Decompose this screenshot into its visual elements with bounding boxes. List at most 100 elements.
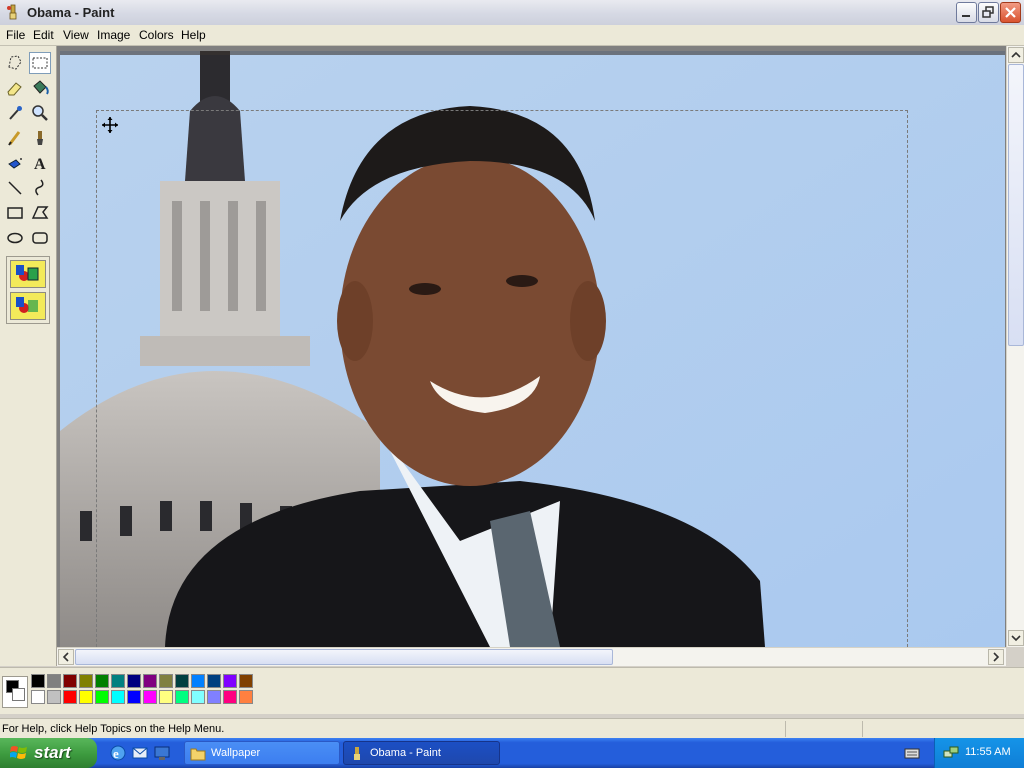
title-bar[interactable]: Obama - Paint	[0, 0, 1024, 26]
color-swatch[interactable]	[159, 690, 173, 704]
close-button[interactable]	[1000, 2, 1021, 23]
menu-help[interactable]: Help	[181, 28, 206, 42]
curve-tool[interactable]	[29, 177, 51, 199]
color-swatch[interactable]	[239, 674, 253, 688]
color-swatch[interactable]	[63, 674, 77, 688]
task-obama-paint[interactable]: Obama - Paint	[343, 741, 500, 765]
chevron-left-icon	[62, 652, 69, 662]
task-wallpaper[interactable]: Wallpaper	[184, 741, 340, 765]
horizontal-scrollbar[interactable]	[57, 647, 1006, 666]
internet-explorer-icon[interactable]: e	[109, 744, 127, 762]
color-swatch[interactable]	[31, 674, 45, 688]
canvas-area[interactable]	[57, 46, 1007, 647]
color-swatch[interactable]	[31, 690, 45, 704]
color-swatch[interactable]	[175, 674, 189, 688]
task-label: Wallpaper	[211, 747, 261, 759]
ellipse-tool[interactable]	[4, 227, 26, 249]
scroll-down-button[interactable]	[1008, 630, 1024, 646]
color-swatch[interactable]	[95, 690, 109, 704]
tool-options	[6, 256, 50, 324]
magnifier-tool[interactable]	[29, 102, 51, 124]
network-icon[interactable]	[943, 745, 959, 761]
color-swatch[interactable]	[127, 690, 141, 704]
scroll-up-button[interactable]	[1008, 47, 1024, 63]
chevron-right-icon	[993, 652, 1000, 662]
scroll-right-button[interactable]	[988, 649, 1004, 665]
keyboard-icon[interactable]	[904, 746, 920, 760]
selection-marquee[interactable]	[96, 110, 908, 647]
outlook-express-icon[interactable]	[131, 744, 149, 762]
color-swatch[interactable]	[111, 674, 125, 688]
menu-edit[interactable]: Edit	[33, 28, 54, 42]
transparent-selection-option[interactable]	[10, 292, 46, 320]
chevron-up-icon	[1011, 51, 1021, 58]
color-swatch[interactable]	[159, 674, 173, 688]
brush-tool[interactable]	[29, 127, 51, 149]
svg-text:A: A	[34, 156, 46, 173]
system-tray: 11:55 AM	[934, 738, 1024, 768]
minimize-button[interactable]	[956, 2, 977, 23]
menu-colors[interactable]: Colors	[139, 28, 174, 42]
eraser-tool[interactable]	[4, 77, 26, 99]
eraser-icon	[7, 82, 22, 96]
ellipse-icon	[7, 232, 23, 244]
color-swatch[interactable]	[223, 674, 237, 688]
rounded-rectangle-tool[interactable]	[29, 227, 51, 249]
folder-icon	[190, 748, 206, 761]
menu-file[interactable]: File	[6, 28, 25, 42]
airbrush-tool[interactable]	[4, 152, 26, 174]
status-size	[862, 721, 938, 737]
color-swatch[interactable]	[79, 674, 93, 688]
color-swatch[interactable]	[191, 674, 205, 688]
color-palette	[0, 667, 1024, 714]
restore-button[interactable]	[978, 2, 999, 23]
fill-bucket-icon	[33, 80, 49, 95]
scroll-left-button[interactable]	[58, 649, 74, 665]
polygon-tool[interactable]	[29, 202, 51, 224]
menu-view[interactable]: View	[63, 28, 89, 42]
rectangle-tool[interactable]	[4, 202, 26, 224]
color-swatch[interactable]	[143, 674, 157, 688]
pick-color-tool[interactable]	[4, 102, 26, 124]
color-swatch[interactable]	[127, 674, 141, 688]
color-swatch[interactable]	[239, 690, 253, 704]
color-swatch[interactable]	[63, 690, 77, 704]
window-title: Obama - Paint	[27, 5, 115, 20]
task-label: Obama - Paint	[370, 747, 441, 759]
rounded-rectangle-icon	[32, 232, 48, 244]
color-swatch[interactable]	[47, 690, 61, 704]
color-swatch[interactable]	[223, 690, 237, 704]
menu-image[interactable]: Image	[97, 28, 130, 42]
color-swatch[interactable]	[111, 690, 125, 704]
opaque-selection-option[interactable]	[10, 260, 46, 288]
color-swatch[interactable]	[175, 690, 189, 704]
color-swatch[interactable]	[207, 690, 221, 704]
clock[interactable]: 11:55 AM	[965, 746, 1011, 758]
move-cursor-icon	[102, 117, 118, 133]
paint-icon	[354, 747, 360, 760]
vertical-scrollbar[interactable]	[1006, 46, 1024, 647]
select-tool[interactable]	[29, 52, 51, 74]
color-swatch[interactable]	[47, 674, 61, 688]
vertical-scroll-thumb[interactable]	[1008, 64, 1024, 346]
svg-text:e: e	[113, 746, 119, 761]
horizontal-scroll-thumb[interactable]	[75, 649, 613, 665]
color-swatch[interactable]	[79, 690, 93, 704]
pencil-tool[interactable]	[4, 127, 26, 149]
current-colors[interactable]	[2, 676, 28, 708]
fill-tool[interactable]	[29, 77, 51, 99]
status-bar: For Help, click Help Topics on the Help …	[0, 718, 1024, 739]
color-swatch[interactable]	[143, 690, 157, 704]
free-form-select-tool[interactable]	[4, 52, 26, 74]
rectangle-select-icon	[32, 57, 48, 69]
show-desktop-icon[interactable]	[153, 744, 171, 762]
color-swatch[interactable]	[191, 690, 205, 704]
color-swatch[interactable]	[95, 674, 109, 688]
color-swatch[interactable]	[207, 674, 221, 688]
line-icon	[8, 181, 22, 195]
transparent-selection-icon	[16, 297, 38, 313]
status-help-text: For Help, click Help Topics on the Help …	[2, 723, 225, 735]
line-tool[interactable]	[4, 177, 26, 199]
text-tool[interactable]: A	[29, 152, 51, 174]
start-button[interactable]: start	[0, 738, 97, 768]
